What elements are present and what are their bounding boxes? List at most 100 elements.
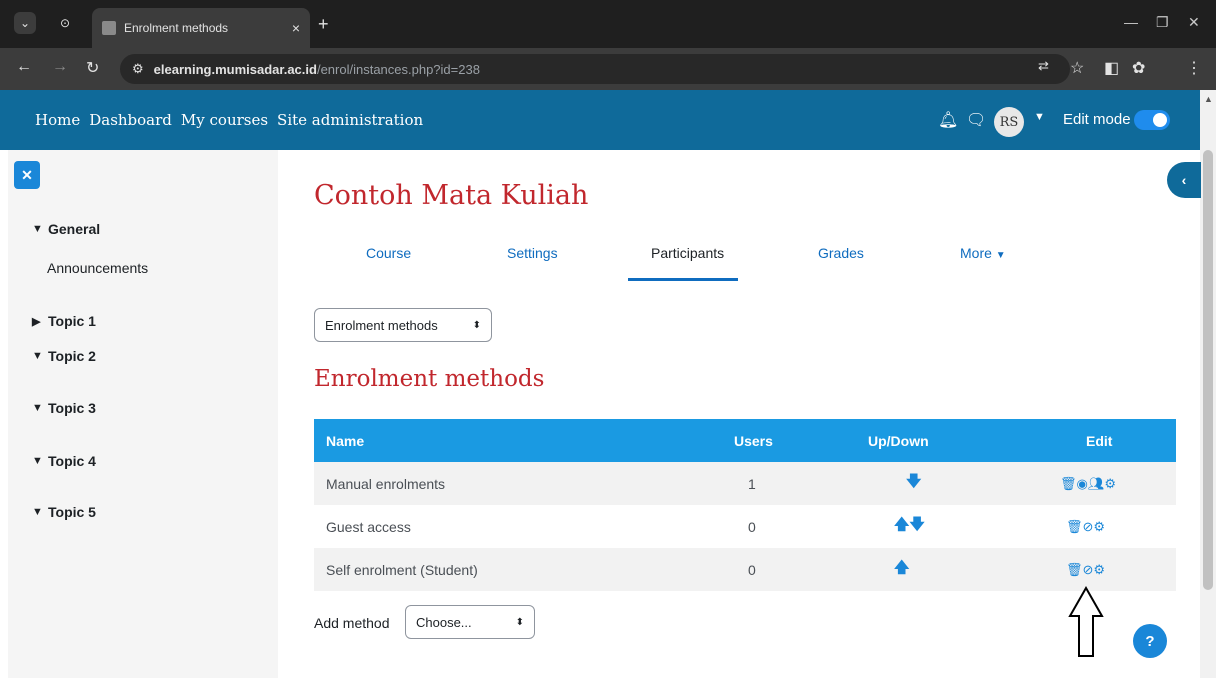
course-title: Contoh Mata Kuliah xyxy=(314,180,589,211)
annotation-up-arrow-icon xyxy=(1068,586,1104,657)
url-path: /enrol/instances.php?id=238 xyxy=(316,61,480,77)
tab-more-label: More xyxy=(960,245,992,261)
page-heading: Enrolment methods xyxy=(314,366,545,392)
table-row: Manual enrolments 1 🡇 🗑︎ ◉ 👥︎ ⚙ xyxy=(314,462,1176,505)
scroll-up-icon[interactable]: ▲ xyxy=(1204,94,1213,104)
extension-icon[interactable]: ✿ xyxy=(1132,58,1145,78)
sidebar-section-label: Topic 3 xyxy=(48,400,96,416)
method-users: 0 xyxy=(748,561,756,578)
page-select[interactable]: Enrolment methods ⬍ xyxy=(314,308,492,342)
back-icon[interactable]: ← xyxy=(16,58,32,76)
sidebar-section-label: Topic 1 xyxy=(48,313,96,329)
sidebar-section-label: General xyxy=(48,221,101,237)
page-scrollbar[interactable]: ▲ xyxy=(1200,90,1216,678)
header-updown: Up/Down xyxy=(868,432,929,449)
chevron-down-icon: ▼ xyxy=(995,250,1006,261)
minimize-icon[interactable]: — xyxy=(1124,14,1138,30)
sidebar-section-topic-4[interactable]: ▼ Topic 4 xyxy=(32,453,96,469)
side-panel-icon[interactable]: ◧ xyxy=(1104,58,1119,78)
secondary-navigation: Course Settings Participants Grades More… xyxy=(314,236,1174,284)
close-window-icon[interactable]: ✕ xyxy=(1188,14,1200,31)
menu-icon[interactable]: ⋮ xyxy=(1186,58,1202,78)
hide-icon[interactable]: ⊘ xyxy=(1083,562,1094,578)
chevron-right-icon: ▶ xyxy=(32,315,41,328)
restore-icon[interactable]: ❐ xyxy=(1156,14,1169,31)
help-button[interactable]: ? xyxy=(1133,624,1167,658)
tab-course[interactable]: Course xyxy=(366,245,411,261)
scrollbar-thumb[interactable] xyxy=(1203,150,1213,590)
profile-icon[interactable]: ⊙ xyxy=(54,12,76,34)
edit-mode-toggle[interactable] xyxy=(1134,110,1170,130)
nav-my-courses[interactable]: My courses xyxy=(181,111,268,129)
user-avatar[interactable]: RS xyxy=(994,107,1024,137)
settings-icon[interactable]: ⚙ xyxy=(1093,519,1105,535)
sidebar-section-topic-1[interactable]: ▶ Topic 1 xyxy=(32,313,96,329)
nav-dashboard[interactable]: Dashboard xyxy=(89,111,172,129)
sidebar-section-topic-5[interactable]: ▼ Topic 5 xyxy=(32,504,96,520)
bookmark-star-icon[interactable]: ☆ xyxy=(1070,58,1084,78)
header-users: Users xyxy=(734,432,773,449)
active-tab-underline xyxy=(628,278,738,281)
header-edit: Edit xyxy=(1086,432,1113,449)
address-bar[interactable]: ⚙ elearning.mumisadar.ac.id /enrol/insta… xyxy=(120,54,1070,84)
site-info-icon[interactable]: ⚙ xyxy=(132,61,144,77)
nav-home[interactable]: Home xyxy=(35,111,80,129)
edit-actions: 🗑︎ ◉ 👥︎ ⚙ xyxy=(1060,462,1116,505)
close-tab-icon[interactable]: × xyxy=(292,20,300,36)
delete-icon[interactable]: 🗑︎ xyxy=(1060,476,1077,492)
notifications-bell-icon[interactable]: 🔔︎ xyxy=(938,110,958,130)
sidebar-section-general[interactable]: ▼ General xyxy=(32,221,100,237)
translate-icon[interactable]: ⇄ xyxy=(1038,58,1049,74)
forward-icon[interactable]: → xyxy=(52,58,68,76)
user-menu-chevron-icon[interactable]: ▼ xyxy=(1034,111,1045,123)
method-name: Guest access xyxy=(326,518,411,535)
browser-tab[interactable]: Enrolment methods × xyxy=(92,8,310,48)
move-up-icon[interactable]: 🡅 xyxy=(894,514,909,539)
chevron-down-icon: ▼ xyxy=(32,506,43,518)
method-users: 1 xyxy=(748,475,756,492)
show-icon[interactable]: ◉ xyxy=(1077,476,1088,492)
close-course-index-button[interactable]: ✕ xyxy=(14,161,40,189)
table-header: Name Users Up/Down Edit xyxy=(314,419,1176,462)
add-method-select[interactable]: Choose... ⬍ xyxy=(405,605,535,639)
settings-icon[interactable]: ⚙ xyxy=(1104,476,1116,492)
tab-search-icon[interactable]: ⌄ xyxy=(14,12,36,34)
delete-icon[interactable]: 🗑︎ xyxy=(1066,519,1083,535)
chevron-down-icon: ▼ xyxy=(32,455,43,467)
updown-controls: 🡅 🡇 xyxy=(894,505,925,548)
open-block-drawer-button[interactable]: ‹ xyxy=(1167,162,1201,198)
chevron-down-icon: ▼ xyxy=(32,402,43,414)
move-down-icon[interactable]: 🡇 xyxy=(906,462,921,505)
sidebar-section-topic-2[interactable]: ▼ Topic 2 xyxy=(32,348,96,364)
settings-icon[interactable]: ⚙ xyxy=(1093,562,1105,578)
tab-participants[interactable]: Participants xyxy=(651,245,724,261)
method-name: Manual enrolments xyxy=(326,475,446,492)
enrolment-methods-table: Name Users Up/Down Edit Manual enrolment… xyxy=(314,419,1176,591)
browser-tab-bar: ⌄ ⊙ Enrolment methods × + — ❐ ✕ xyxy=(0,0,1216,48)
sidebar-item-announcements[interactable]: Announcements xyxy=(47,260,148,276)
delete-icon[interactable]: 🗑︎ xyxy=(1066,562,1083,578)
tab-settings[interactable]: Settings xyxy=(507,245,558,261)
sidebar-section-label: Topic 2 xyxy=(48,348,96,364)
add-method-label: Add method xyxy=(314,615,390,631)
move-down-icon[interactable]: 🡇 xyxy=(909,514,924,539)
enrol-users-icon[interactable]: 👥︎ xyxy=(1088,476,1105,492)
edit-actions: 🗑︎ ⊘ ⚙ xyxy=(1066,505,1105,548)
add-method-select-value: Choose... xyxy=(416,614,472,630)
browser-toolbar: ← → ↻ ⚙ elearning.mumisadar.ac.id /enrol… xyxy=(0,48,1216,90)
move-up-icon[interactable]: 🡅 xyxy=(894,548,909,591)
header-name: Name xyxy=(326,432,365,449)
reload-icon[interactable]: ↻ xyxy=(86,58,99,78)
chevron-down-icon: ▼ xyxy=(32,350,43,362)
hide-icon[interactable]: ⊘ xyxy=(1083,519,1094,535)
select-arrows-icon: ⬍ xyxy=(472,319,481,331)
tab-grades[interactable]: Grades xyxy=(818,245,864,261)
new-tab-icon[interactable]: + xyxy=(318,14,329,35)
page-select-value: Enrolment methods xyxy=(325,317,438,333)
table-row: Self enrolment (Student) 0 🡅 🗑︎ ⊘ ⚙ xyxy=(314,548,1176,591)
messages-icon[interactable]: 🗨︎ xyxy=(966,110,986,130)
sidebar-section-topic-3[interactable]: ▼ Topic 3 xyxy=(32,400,96,416)
nav-site-administration[interactable]: Site administration xyxy=(277,111,423,129)
chevron-down-icon: ▼ xyxy=(32,223,43,235)
tab-more[interactable]: More ▼ xyxy=(960,245,1006,261)
